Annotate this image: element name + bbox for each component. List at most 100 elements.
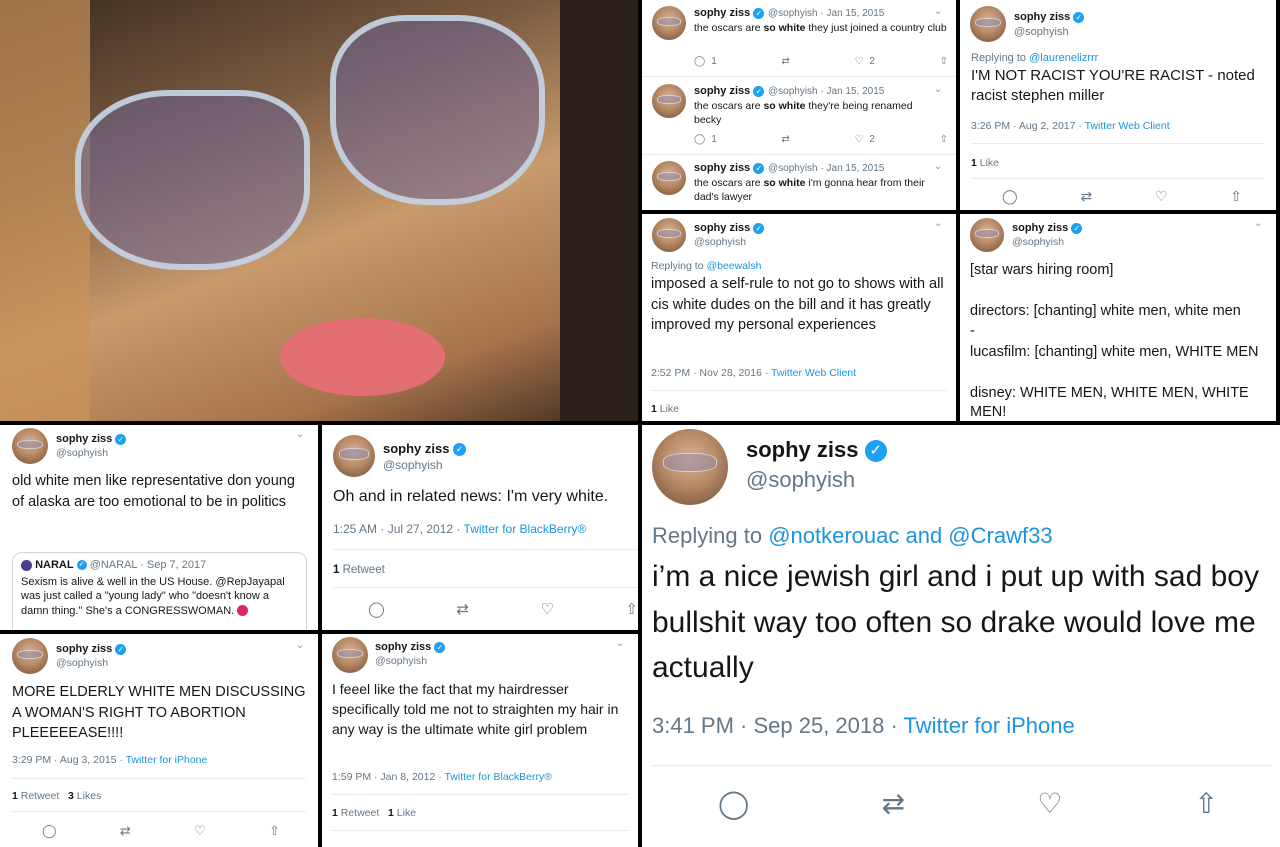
source-link[interactable]: Twitter for iPhone [126, 754, 208, 766]
tweet-self-rule[interactable]: sophy ziss ✓ @sophyish ⌄ Replying to @be… [642, 214, 956, 421]
heart-icon[interactable]: ♡ [1155, 188, 1168, 205]
chevron-down-icon[interactable]: ⌄ [296, 640, 304, 651]
author-name[interactable]: sophy ziss ✓ [56, 433, 127, 445]
tweet-text: imposed a self-rule to not go to shows w… [651, 276, 944, 334]
reply-icon[interactable]: ◯ [1002, 188, 1018, 205]
like-button[interactable]: ♡ 2 [854, 134, 875, 145]
avatar[interactable] [652, 6, 686, 40]
chevron-down-icon[interactable]: ⌄ [934, 6, 942, 17]
handle: @sophyish [56, 447, 109, 459]
mention-link[interactable]: @beewalsh [706, 260, 761, 272]
author-name[interactable]: sophy ziss ✓ [56, 643, 127, 655]
chevron-down-icon[interactable]: ⌄ [934, 84, 942, 95]
angry-emoji-icon [237, 605, 249, 617]
author-name[interactable]: sophy ziss ✓ [746, 437, 887, 463]
tweet-very-white[interactable]: sophy ziss ✓ @sophyish Oh and in related… [322, 425, 638, 630]
verified-badge-icon: ✓ [753, 162, 765, 174]
like-button[interactable]: ♡ 2 [854, 56, 875, 67]
share-button[interactable]: ⇧ [940, 56, 948, 67]
author-name[interactable]: sophy ziss ✓ [375, 641, 446, 653]
share-icon[interactable]: ⇧ [1195, 787, 1218, 820]
avatar[interactable] [652, 429, 728, 505]
reply-icon[interactable]: ◯ [368, 600, 385, 618]
like-count[interactable]: 1 Like [651, 403, 679, 415]
mention-link[interactable]: @laurenelizrrr [1029, 52, 1098, 64]
avatar[interactable] [652, 84, 686, 118]
avatar[interactable] [970, 6, 1006, 42]
reply-icon[interactable]: ◯ [718, 787, 749, 820]
source-link[interactable]: Twitter Web Client [1085, 120, 1170, 132]
reply-icon[interactable]: ◯ [42, 823, 57, 839]
verified-badge-icon: ✓ [753, 7, 765, 19]
retweet-icon[interactable]: ⇄ [120, 823, 131, 839]
chevron-down-icon[interactable]: ⌄ [1254, 218, 1262, 229]
like-count[interactable]: 1 Like [971, 157, 999, 169]
lips [280, 318, 445, 396]
tweet-text: MORE ELDERLY WHITE MEN DISCUSSING A WOMA… [12, 684, 306, 742]
heart-icon[interactable]: ♡ [194, 823, 206, 839]
tweet-drake[interactable]: sophy ziss ✓ @sophyish Replying to @notk… [642, 425, 1280, 847]
replying-to: Replying to @beewalsh [651, 260, 762, 272]
tweet-timestamp: 1:25 AM · Jul 27, 2012 · Twitter for Bla… [333, 522, 587, 536]
profile-photo [0, 0, 638, 421]
author-name[interactable]: sophy ziss ✓ [694, 222, 765, 234]
author-name[interactable]: sophy ziss ✓ [1012, 222, 1083, 234]
verified-badge-icon: ✓ [753, 85, 765, 97]
tweet-timestamp: 3:29 PM · Aug 3, 2015 · Twitter for iPho… [12, 754, 208, 766]
source-link[interactable]: Twitter for BlackBerry® [444, 771, 552, 783]
tweet-stephen-miller[interactable]: sophy ziss ✓ @sophyish Replying to @laur… [960, 0, 1276, 210]
tweet-hairdresser[interactable]: sophy ziss ✓ @sophyish ⌄ I feeel like th… [322, 634, 638, 847]
source-link[interactable]: Twitter for BlackBerry® [464, 522, 587, 536]
verified-badge-icon: ✓ [115, 433, 127, 445]
mention-link[interactable]: @notkerouac and @Crawf33 [768, 523, 1052, 548]
share-icon[interactable]: ⇧ [1230, 188, 1242, 205]
retweet-count[interactable]: 1 Retweet [333, 564, 385, 576]
heart-icon[interactable]: ♡ [540, 600, 553, 618]
retweet-icon[interactable]: ⇄ [1080, 188, 1092, 205]
author-name[interactable]: sophy ziss ✓ [383, 441, 467, 457]
avatar[interactable] [970, 218, 1004, 252]
avatar[interactable] [333, 435, 375, 477]
tweet-oscars-1[interactable]: sophy ziss ✓ @sophyish · Jan 15, 2015 ⌄ … [642, 0, 956, 76]
tweet-oscars-2[interactable]: sophy ziss ✓ @sophyish · Jan 15, 2015 ⌄ … [642, 78, 956, 154]
engagement-counts[interactable]: 1 Retweet 3 Likes [12, 790, 101, 802]
divider [332, 830, 628, 831]
source-link[interactable]: Twitter Web Client [771, 367, 856, 379]
source-link[interactable]: Twitter for iPhone [904, 713, 1075, 738]
tweet-text: the oscars are so white they're being re… [694, 100, 913, 126]
avatar[interactable] [332, 637, 368, 673]
avatar[interactable] [12, 638, 48, 674]
chevron-down-icon[interactable]: ⌄ [934, 161, 942, 172]
chevron-down-icon[interactable]: ⌄ [616, 638, 624, 649]
tweet-abortion[interactable]: sophy ziss ✓ @sophyish ⌄ MORE ELDERLY WH… [0, 634, 318, 847]
tweet-text: old white men like representative don yo… [12, 473, 295, 510]
avatar[interactable] [12, 428, 48, 464]
retweet-icon[interactable]: ⇄ [882, 787, 905, 820]
avatar[interactable] [652, 161, 686, 195]
quoted-tweet[interactable]: NARAL ✓ @NARAL · Sep 7, 2017 Sexism is a… [12, 552, 307, 630]
engagement-counts[interactable]: 1 Retweet 1 Like [332, 807, 416, 819]
handle: @sophyish [383, 458, 443, 472]
avatar[interactable] [652, 218, 686, 252]
tweet-oscars-3[interactable]: sophy ziss ✓ @sophyish · Jan 15, 2015 ⌄ … [642, 156, 956, 210]
retweet-icon[interactable]: ⇄ [456, 600, 469, 618]
share-icon[interactable]: ⇧ [269, 823, 280, 839]
divider [642, 76, 956, 77]
share-button[interactable]: ⇧ [940, 134, 948, 145]
reply-button[interactable]: ◯ 1 [694, 56, 717, 67]
author-name[interactable]: sophy ziss ✓ [1014, 11, 1085, 23]
share-icon[interactable]: ⇧ [625, 600, 638, 618]
replying-to: Replying to @laurenelizrrr [971, 52, 1099, 64]
retweet-button[interactable]: ⇄ [781, 56, 789, 67]
tweet-old-white-men[interactable]: sophy ziss ✓ @sophyish ⌄ old white men l… [0, 425, 318, 630]
chevron-down-icon[interactable]: ⌄ [296, 429, 304, 440]
verified-badge-icon: ✓ [434, 641, 446, 653]
author-name[interactable]: sophy ziss ✓ [694, 162, 765, 174]
heart-icon[interactable]: ♡ [1037, 787, 1062, 820]
chevron-down-icon[interactable]: ⌄ [934, 218, 942, 229]
author-name[interactable]: sophy ziss ✓ [694, 85, 765, 97]
reply-button[interactable]: ◯ 1 [694, 134, 717, 145]
retweet-button[interactable]: ⇄ [781, 134, 789, 145]
author-name[interactable]: sophy ziss ✓ [694, 7, 765, 19]
tweet-star-wars[interactable]: sophy ziss ✓ @sophyish ⌄ [star wars hiri… [960, 214, 1276, 421]
